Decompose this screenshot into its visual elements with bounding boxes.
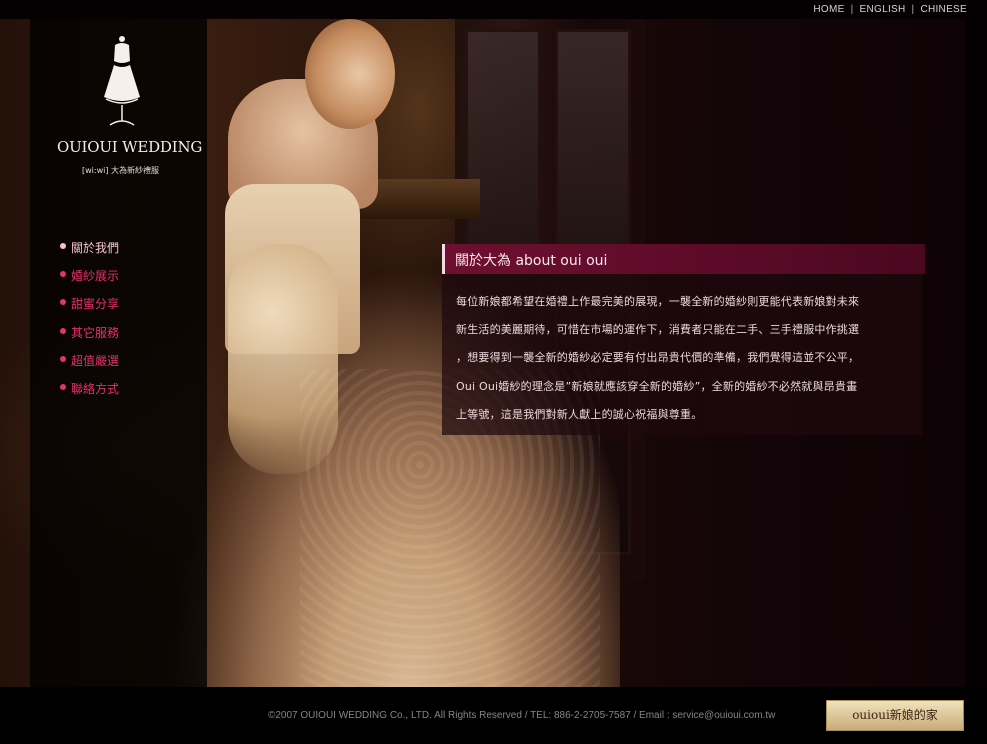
bullet-icon bbox=[60, 355, 66, 362]
about-line: ，想要得到一襲全新的婚紗必定要有付出昂貴代價的準備，我們覺得這並不公平， bbox=[456, 351, 860, 365]
side-menu: 關於我們 婚紗展示 甜蜜分享 其它服務 超值嚴選 聯絡方式 bbox=[60, 239, 119, 408]
nav-chinese-link[interactable]: CHINESE bbox=[920, 4, 967, 15]
about-panel-header: 關於大為 about oui oui bbox=[442, 244, 925, 274]
about-body: 每位新娘都希望在婚禮上作最完美的展現，一襲全新的婚紗則更能代表新娘對未來 新生活… bbox=[456, 288, 914, 429]
menu-item-selection[interactable]: 超值嚴選 bbox=[60, 352, 119, 380]
menu-item-label: 超值嚴選 bbox=[71, 353, 120, 368]
bullet-icon bbox=[60, 243, 66, 249]
menu-item-contact[interactable]: 聯絡方式 bbox=[60, 380, 119, 408]
about-line: 每位新娘都希望在婚禮上作最完美的展現，一襲全新的婚紗則更能代表新娘對未來 bbox=[456, 295, 860, 308]
menu-item-label: 其它服務 bbox=[71, 325, 120, 340]
menu-item-gallery[interactable]: 婚紗展示 bbox=[60, 267, 119, 295]
bride-home-button[interactable]: ouioui新娘的家 bbox=[826, 700, 964, 731]
nav-separator: | bbox=[850, 4, 854, 15]
menu-item-label: 甜蜜分享 bbox=[71, 297, 120, 312]
logo-subtitle: [wi:wi] 大為新紗禮服 bbox=[81, 166, 159, 175]
menu-item-label: 關於我們 bbox=[71, 241, 120, 255]
menu-item-label: 婚紗展示 bbox=[71, 269, 120, 284]
top-nav-links: HOME | ENGLISH | CHINESE bbox=[813, 4, 967, 15]
about-line: 新生活的美麗期待，可惜在市場的運作下，消費者只能在二手、三手禮服中作挑選 bbox=[456, 323, 860, 337]
dress-form-icon bbox=[104, 36, 140, 126]
bullet-icon bbox=[60, 271, 66, 278]
footer: ©2007 OUIOUI WEDDING Co., LTD. All Right… bbox=[0, 687, 987, 744]
bullet-icon bbox=[60, 327, 66, 334]
menu-item-label: 聯絡方式 bbox=[71, 381, 120, 396]
right-edge-strip bbox=[965, 19, 987, 687]
page: HOME | ENGLISH | CHINESE OUIOUI WEDDING [wi:… bbox=[0, 0, 987, 744]
nav-english-link[interactable]: ENGLISH bbox=[860, 4, 906, 15]
nav-separator: | bbox=[911, 4, 915, 15]
copyright-text: ©2007 OUIOUI WEDDING Co., LTD. All Right… bbox=[268, 710, 776, 721]
logo-brand: OUIOUI WEDDING bbox=[57, 138, 203, 156]
menu-item-about[interactable]: 關於我們 bbox=[60, 239, 119, 267]
about-line: 上等號，這是我們對新人獻上的誠心祝福與尊重。 bbox=[456, 407, 703, 421]
about-line: Oui Oui婚紗的理念是”新娘就應該穿全新的婚紗”，全新的婚紗不必然就與昂貴畫 bbox=[456, 379, 858, 393]
bullet-icon bbox=[60, 383, 66, 390]
bullet-icon bbox=[60, 299, 66, 306]
sidebar: OUIOUI WEDDING [wi:wi] 大為新紗禮服 關於我們 婚紗展示 … bbox=[30, 19, 207, 687]
menu-item-sharing[interactable]: 甜蜜分享 bbox=[60, 295, 119, 323]
about-panel: 關於大為 about oui oui 每位新娘都希望在婚禮上作最完美的展現，一襲… bbox=[442, 244, 925, 435]
about-title: 關於大為 about oui oui bbox=[455, 253, 608, 269]
bride-head bbox=[305, 19, 395, 129]
menu-item-services[interactable]: 其它服務 bbox=[60, 324, 119, 352]
nav-home-link[interactable]: HOME bbox=[813, 4, 844, 15]
logo[interactable]: OUIOUI WEDDING [wi:wi] 大為新紗禮服 bbox=[57, 35, 207, 175]
top-nav: HOME | ENGLISH | CHINESE bbox=[0, 0, 987, 19]
